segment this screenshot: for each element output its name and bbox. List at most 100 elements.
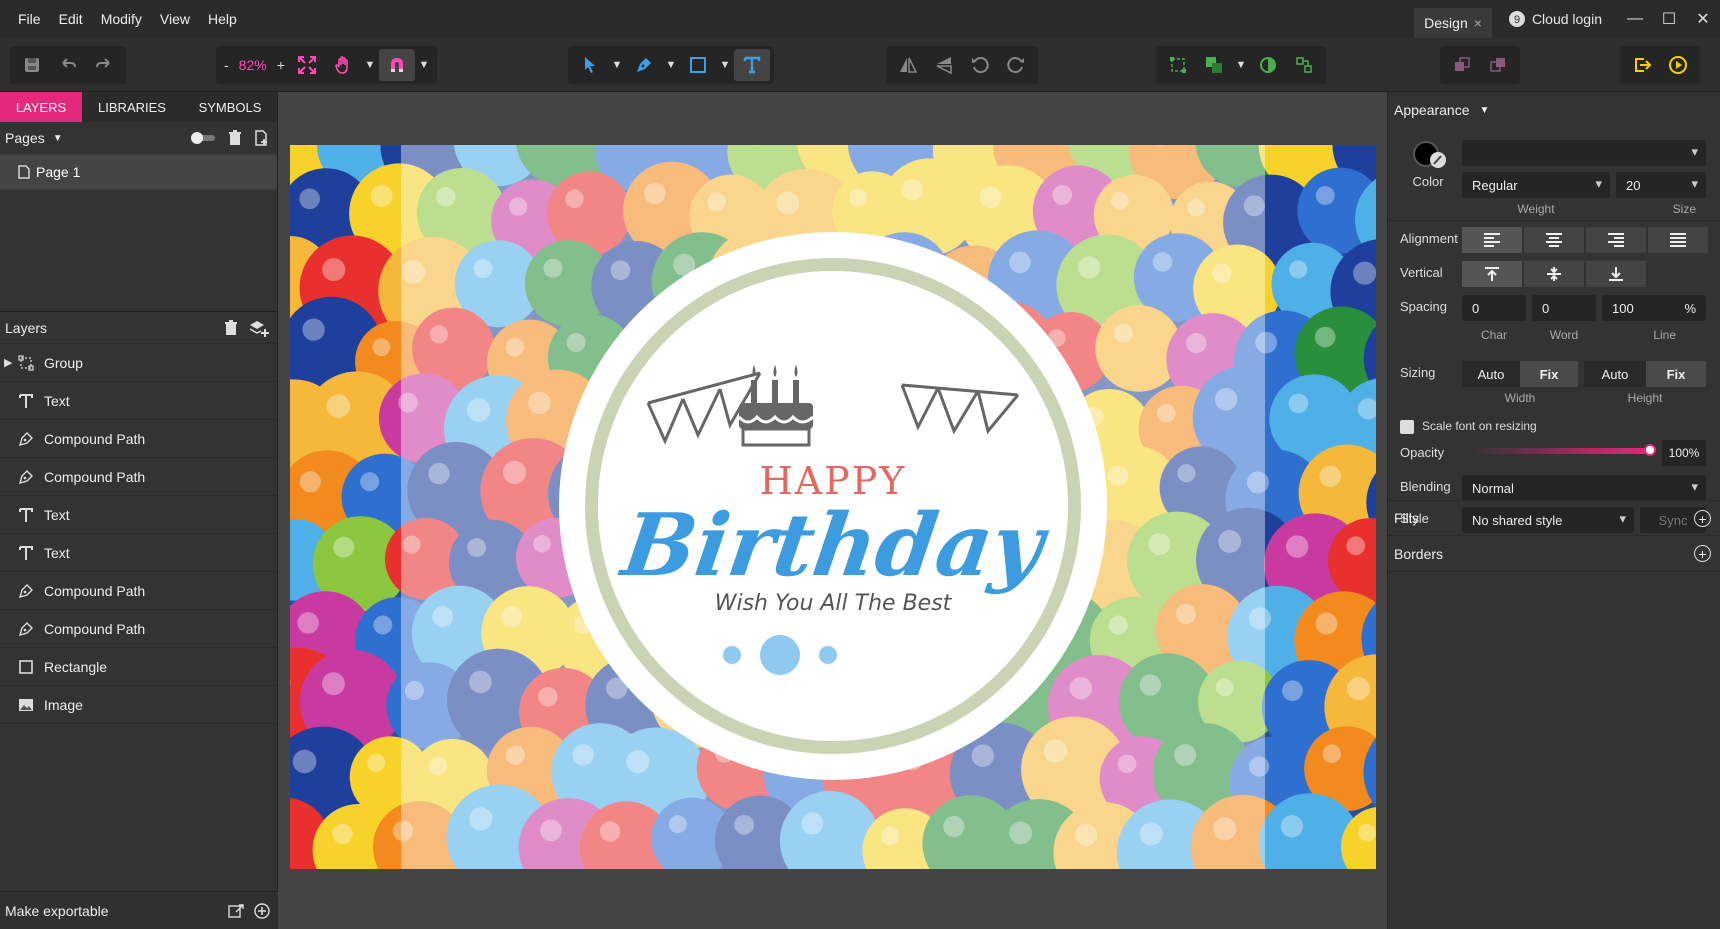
flip-vertical-button[interactable] xyxy=(926,49,962,81)
export-slice-icon[interactable] xyxy=(228,903,244,919)
menu-view[interactable]: View xyxy=(151,11,199,27)
vertical-top-button[interactable] xyxy=(1462,261,1522,287)
chevron-down-icon[interactable]: ▼ xyxy=(53,133,63,144)
borders-header[interactable]: Borders + xyxy=(1388,536,1720,572)
pen-tool-button[interactable] xyxy=(626,49,662,81)
char-spacing-input[interactable]: 0 xyxy=(1462,295,1526,321)
tab-layers[interactable]: LAYERS xyxy=(0,92,82,122)
save-button[interactable] xyxy=(14,49,50,81)
layer-item-compound-path[interactable]: Compound Path xyxy=(0,458,277,496)
mask-button[interactable] xyxy=(1250,49,1286,81)
font-weight-select[interactable]: Regular xyxy=(1462,172,1610,198)
hand-tool-dropdown[interactable]: ▼ xyxy=(361,49,379,81)
snap-magnet-button[interactable] xyxy=(378,49,415,81)
cloud-login-button[interactable]: 9 Cloud login xyxy=(1492,10,1618,28)
bring-forward-button[interactable] xyxy=(1444,49,1480,81)
height-fix-button[interactable]: Fix xyxy=(1646,361,1706,387)
text-tool-button[interactable] xyxy=(734,49,770,81)
layer-item-compound-path[interactable]: Compound Path xyxy=(0,572,277,610)
select-tool-dropdown[interactable]: ▼ xyxy=(608,49,626,81)
minimize-button[interactable]: — xyxy=(1618,0,1652,38)
toggle-switch[interactable] xyxy=(189,131,217,145)
opacity-slider-handle[interactable] xyxy=(1644,444,1656,456)
layer-item-text[interactable]: Text xyxy=(0,496,277,534)
rotate-left-button[interactable] xyxy=(962,49,998,81)
undo-button[interactable] xyxy=(50,49,86,81)
align-justify-button[interactable] xyxy=(1648,227,1708,253)
width-auto-button[interactable]: Auto xyxy=(1462,361,1520,387)
trash-icon[interactable] xyxy=(223,320,239,336)
appearance-header[interactable]: Appearance ▼ xyxy=(1388,92,1720,128)
document-tab-design[interactable]: Design × xyxy=(1414,8,1492,38)
add-icon[interactable] xyxy=(254,903,270,919)
opacity-slider-track[interactable] xyxy=(1472,448,1650,454)
boolean-dropdown[interactable]: ▼ xyxy=(1232,49,1250,81)
menu-edit[interactable]: Edit xyxy=(50,11,92,27)
union-button[interactable] xyxy=(1196,49,1232,81)
canvas-area[interactable]: HAPPY Birthday Wish You All The Best xyxy=(278,92,1387,929)
pages-title[interactable]: Pages xyxy=(5,130,45,146)
fit-screen-button[interactable] xyxy=(289,49,325,81)
menu-file[interactable]: File xyxy=(0,11,50,27)
align-center-button[interactable] xyxy=(1524,227,1584,253)
pen-tool-dropdown[interactable]: ▼ xyxy=(662,49,680,81)
trash-icon[interactable] xyxy=(227,130,243,146)
make-exportable-label[interactable]: Make exportable xyxy=(5,903,109,919)
close-icon[interactable]: × xyxy=(1474,15,1482,31)
layer-item-rectangle[interactable]: Rectangle xyxy=(0,648,277,686)
font-family-select[interactable] xyxy=(1462,140,1706,166)
page-item[interactable]: Page 1 xyxy=(0,154,277,190)
width-fix-button[interactable]: Fix xyxy=(1520,361,1578,387)
flip-horizontal-button[interactable] xyxy=(890,49,926,81)
hand-tool-button[interactable] xyxy=(325,49,361,81)
add-border-icon[interactable]: + xyxy=(1694,545,1711,562)
wish-text[interactable]: Wish You All The Best xyxy=(290,591,1376,616)
layer-item-group[interactable]: ▶ Group xyxy=(0,344,277,382)
vertical-middle-button[interactable] xyxy=(1524,261,1584,287)
blending-select[interactable]: Normal xyxy=(1462,475,1706,501)
shape-tool-dropdown[interactable]: ▼ xyxy=(716,49,734,81)
word-spacing-input[interactable]: 0 xyxy=(1532,295,1596,321)
group-button[interactable] xyxy=(1160,49,1196,81)
symbol-button[interactable] xyxy=(1286,49,1322,81)
menu-modify[interactable]: Modify xyxy=(92,11,151,27)
tab-symbols[interactable]: SYMBOLS xyxy=(182,92,278,122)
layer-item-text[interactable]: Text xyxy=(0,534,277,572)
fills-header[interactable]: Fills + xyxy=(1388,500,1720,536)
add-layer-icon[interactable] xyxy=(249,319,269,337)
align-right-button[interactable] xyxy=(1586,227,1646,253)
font-size-input[interactable]: 20 xyxy=(1616,172,1706,198)
rotate-right-button[interactable] xyxy=(998,49,1034,81)
scale-font-checkbox[interactable] xyxy=(1400,420,1414,434)
artboard[interactable]: HAPPY Birthday Wish You All The Best xyxy=(290,145,1376,869)
color-swatch[interactable] xyxy=(1412,140,1450,170)
redo-button[interactable] xyxy=(86,49,122,81)
maximize-button[interactable]: ☐ xyxy=(1652,0,1686,38)
layer-item-image[interactable]: Image xyxy=(0,686,277,724)
birthday-text[interactable]: Birthday xyxy=(290,495,1376,596)
select-tool-button[interactable] xyxy=(572,49,608,81)
export-button[interactable] xyxy=(1624,49,1660,81)
opacity-input[interactable]: 100% xyxy=(1662,440,1706,466)
layer-item-compound-path[interactable]: Compound Path xyxy=(0,610,277,648)
add-page-icon[interactable] xyxy=(253,130,269,146)
line-spacing-input[interactable]: 100 % xyxy=(1602,295,1706,321)
menu-help[interactable]: Help xyxy=(199,11,246,27)
snap-dropdown[interactable]: ▼ xyxy=(415,49,433,81)
expand-caret-icon[interactable]: ▶ xyxy=(4,356,12,369)
pointer-icon xyxy=(585,57,595,73)
rectangle-tool-button[interactable] xyxy=(680,49,716,81)
layer-item-compound-path[interactable]: Compound Path xyxy=(0,420,277,458)
tab-libraries[interactable]: LIBRARIES xyxy=(82,92,182,122)
zoom-level[interactable]: 82% xyxy=(233,57,273,73)
zoom-out-button[interactable]: - xyxy=(220,57,233,73)
preview-button[interactable] xyxy=(1660,49,1696,81)
align-left-button[interactable] xyxy=(1462,227,1522,253)
layer-item-text[interactable]: Text xyxy=(0,382,277,420)
send-backward-button[interactable] xyxy=(1480,49,1516,81)
zoom-in-button[interactable]: + xyxy=(273,57,289,73)
height-auto-button[interactable]: Auto xyxy=(1584,361,1646,387)
close-window-button[interactable]: ✕ xyxy=(1686,0,1720,38)
add-fill-icon[interactable]: + xyxy=(1694,510,1711,527)
vertical-bottom-button[interactable] xyxy=(1586,261,1646,287)
